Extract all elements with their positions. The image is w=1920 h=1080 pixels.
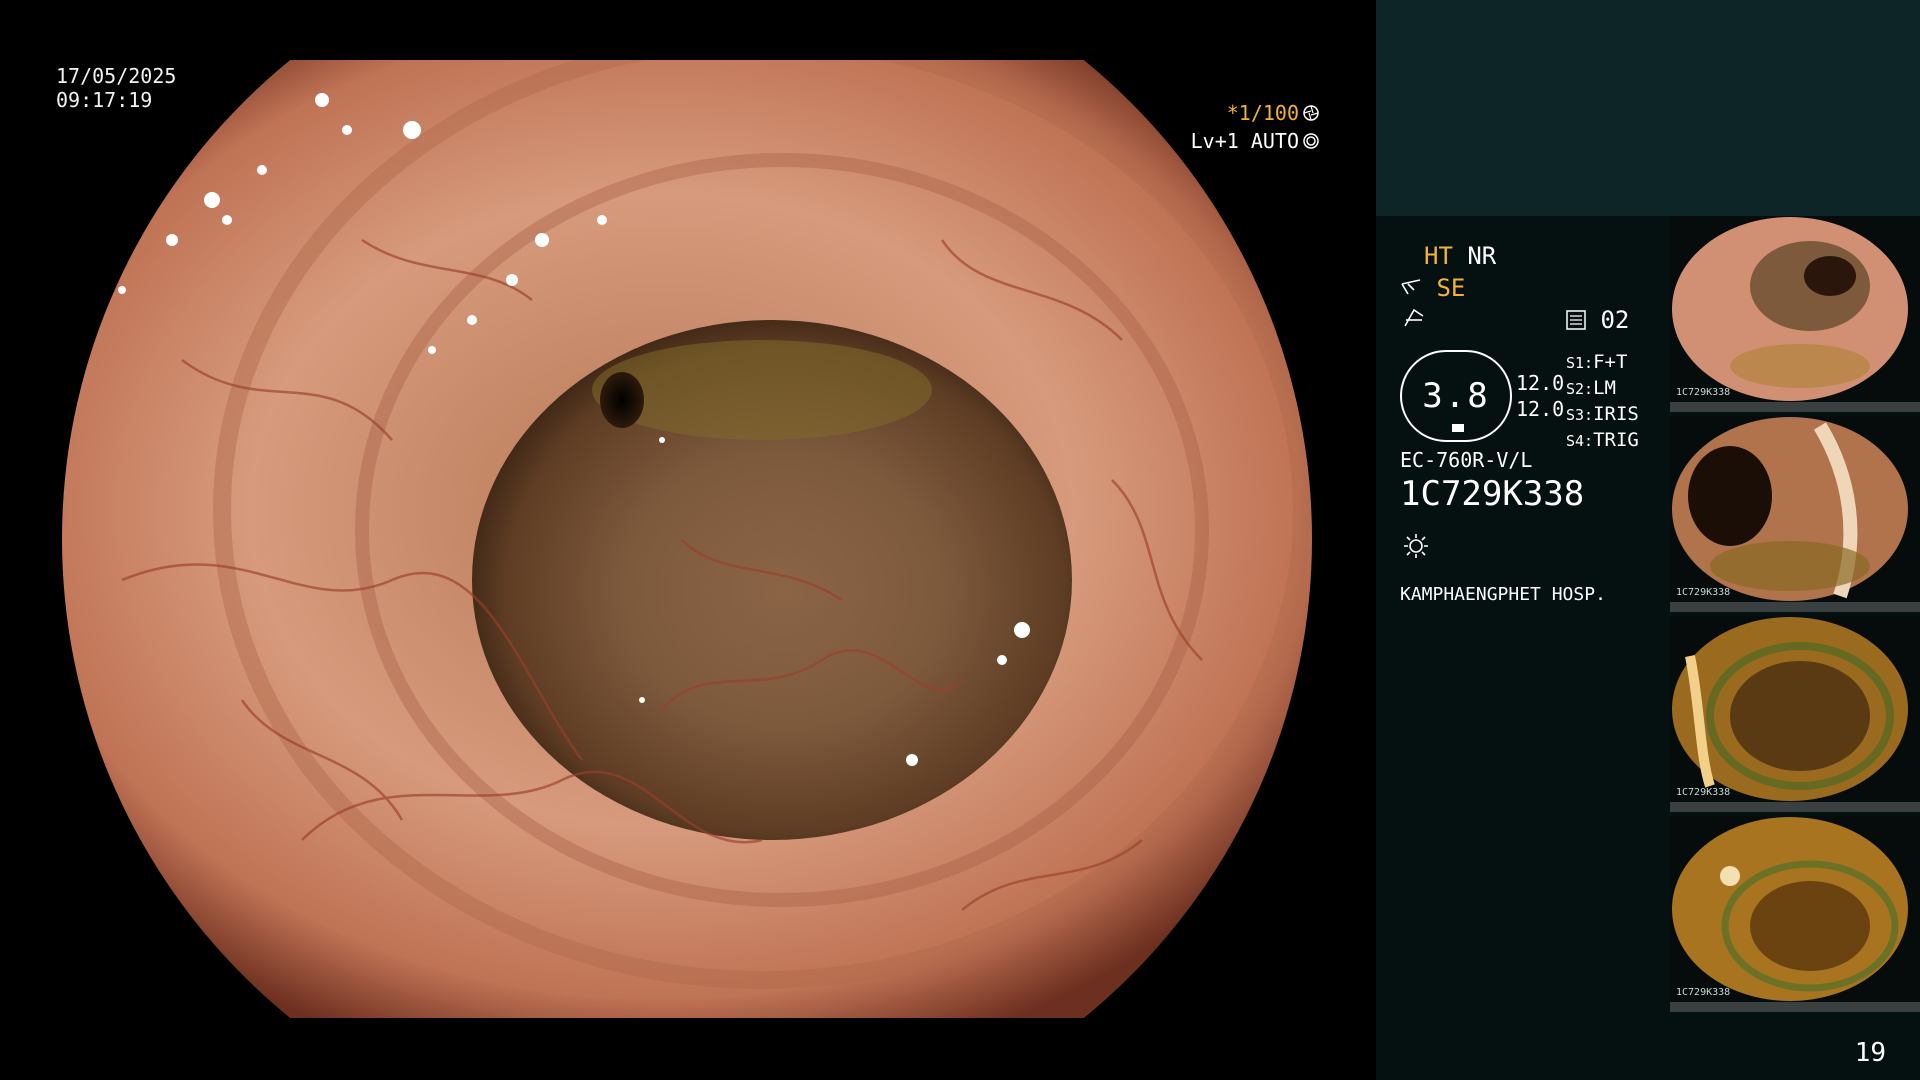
target-icon <box>1303 133 1319 149</box>
thumbnail-item[interactable]: 1C729K338 <box>1670 616 1920 812</box>
thumbnail-caption: 1C729K338 <box>1676 987 1731 998</box>
hospital-name: KAMPHAENGPHET HOSP. <box>1400 584 1606 605</box>
thumbnail-image <box>1670 616 1920 802</box>
thumbnail-image <box>1670 216 1920 402</box>
page-number: 19 <box>1854 1038 1886 1068</box>
light-icon <box>1404 534 1428 558</box>
mode-row-ht: HT NR <box>1424 242 1496 270</box>
date-text: 17/05/2025 <box>56 64 177 88</box>
thumbnail-caption: 1C729K338 <box>1676 387 1731 398</box>
settings-values: 12.0 12.0 <box>1516 370 1564 422</box>
switch-row: S2:LM <box>1566 376 1639 402</box>
gauge-marker <box>1452 424 1464 432</box>
switch-key: S4: <box>1566 432 1594 450</box>
timestamp: 17/05/2025 09:17:19 <box>56 64 176 112</box>
memory-row: 02 <box>1566 306 1629 334</box>
switch-key: S2: <box>1566 380 1594 398</box>
nr-mode: NR <box>1467 242 1497 270</box>
thumbnail-bar <box>1670 602 1920 612</box>
mode-row-se: SE <box>1400 274 1465 302</box>
thumbnail-item[interactable]: 1C729K338 <box>1670 816 1920 1012</box>
colon-lumen-image <box>62 60 1312 1018</box>
switch-value: TRIG <box>1593 429 1639 451</box>
memory-icon <box>1566 310 1586 330</box>
se-mode: SE <box>1436 274 1466 302</box>
level-row: Lv+1 AUTO <box>1191 127 1319 155</box>
panel-header <box>1376 0 1920 216</box>
thumbnail-bar <box>1670 402 1920 412</box>
switch-key: S1: <box>1566 354 1594 372</box>
gauge-value: 3.8 <box>1422 376 1490 416</box>
freeze-icon <box>1404 308 1424 327</box>
thumbnail-caption: 1C729K338 <box>1676 587 1731 598</box>
light-gauge: 3.8 <box>1400 350 1512 442</box>
switch-list: S1:F+T S2:LM S3:IRIS S4:TRIG <box>1566 350 1639 454</box>
thumbnail-bar <box>1670 1002 1920 1012</box>
endoscopic-image <box>62 60 1312 1018</box>
time-text: 09:17:19 <box>56 88 153 112</box>
ht-mode: HT <box>1424 242 1453 270</box>
switch-value: IRIS <box>1593 403 1639 425</box>
endoscopy-screen: 17/05/2025 09:17:19 *1/100 Lv+1 AUTO HT … <box>0 0 1920 1080</box>
scope-serial: 1C729K338 <box>1400 474 1585 514</box>
shutter-row: *1/100 <box>1191 99 1319 127</box>
shutter-speed: *1/100 <box>1226 101 1299 125</box>
thumbnail-item[interactable]: 1C729K338 <box>1670 216 1920 412</box>
memory-count: 02 <box>1600 306 1630 334</box>
thumbnail-image <box>1670 816 1920 1002</box>
switch-value: F+T <box>1593 351 1628 373</box>
thumbnail-strip: 1C729K338 1C729K338 1C729K338 1C729K338 <box>1670 216 1920 1016</box>
exposure-readout: *1/100 Lv+1 AUTO <box>1191 99 1319 155</box>
switch-value: LM <box>1593 377 1616 399</box>
scope-model: EC-760R-V/L <box>1400 448 1533 472</box>
thumbnail-item[interactable]: 1C729K338 <box>1670 416 1920 612</box>
setting-a: 12.0 <box>1516 371 1565 395</box>
switch-key: S3: <box>1566 406 1594 424</box>
setting-b: 12.0 <box>1516 397 1565 421</box>
aperture-icon <box>1303 105 1319 121</box>
thumbnail-image <box>1670 416 1920 602</box>
thumbnail-caption: 1C729K338 <box>1676 787 1731 798</box>
switch-row: S4:TRIG <box>1566 428 1639 454</box>
thumbnail-bar <box>1670 802 1920 812</box>
light-level: Lv+1 AUTO <box>1190 129 1299 153</box>
switch-row: S1:F+T <box>1566 350 1639 376</box>
switch-row: S3:IRIS <box>1566 402 1639 428</box>
scissors-icon <box>1401 279 1421 295</box>
